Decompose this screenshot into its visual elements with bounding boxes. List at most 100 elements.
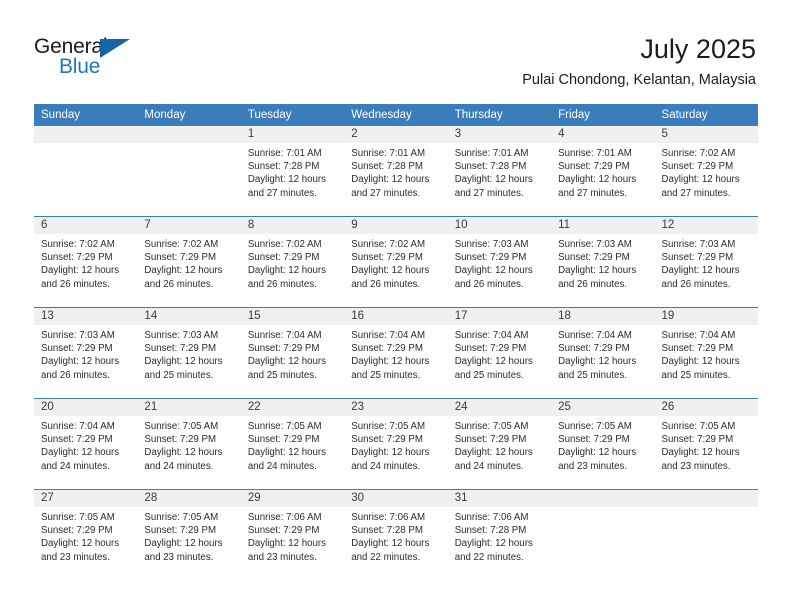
daylight-text-line1: Daylight: 12 hours [351,538,430,550]
day-cell[interactable]: 3 Sunrise: 7:01 AM Sunset: 7:28 PM Daylight… [447,126,552,216]
day-cell[interactable]: 16 Sunrise: 7:04 AM Sunset: 7:29 PM Dayligh… [344,308,448,398]
day-details: Sunrise: 7:03 AM Sunset: 7:29 PM Daylight:… [655,234,758,291]
day-cell[interactable]: 27 Sunrise: 7:05 AM Sunset: 7:29 PM Dayligh… [34,490,138,580]
day-cell[interactable]: 13 Sunrise: 7:03 AM Sunset: 7:29 PM Dayligh… [34,308,138,398]
day-cell[interactable]: 2 Sunrise: 7:01 AM Sunset: 7:28 PM Daylight… [344,126,448,216]
day-cell[interactable]: 12 Sunrise: 7:03 AM Sunset: 7:29 PM Dayligh… [654,217,758,307]
general-blue-logo[interactable]: General Blue [34,36,164,84]
day-details: Sunrise: 7:05 AM Sunset: 7:29 PM Daylight:… [448,416,551,473]
day-cell[interactable]: 4 Sunrise: 7:01 AM Sunset: 7:29 PM Daylight… [551,126,655,216]
day-details: Sunrise: 7:01 AM Sunset: 7:28 PM Daylight:… [448,143,551,200]
sunrise-text: Sunrise: 7:01 AM [351,148,426,159]
day-cell[interactable]: 10 Sunrise: 7:03 AM Sunset: 7:29 PM Dayligh… [447,217,552,307]
day-details: Sunrise: 7:04 AM Sunset: 7:29 PM Daylight:… [344,325,447,382]
sunset-text: Sunset: 7:28 PM [351,525,423,537]
daylight-text-line2: and 27 minutes. [558,187,628,199]
daylight-text-line1: Daylight: 12 hours [454,356,533,368]
day-cell[interactable]: 22 Sunrise: 7:05 AM Sunset: 7:29 PM Dayligh… [240,399,345,489]
day-cell[interactable]: 24 Sunrise: 7:05 AM Sunset: 7:29 PM Dayligh… [447,399,552,489]
daylight-text-line2: and 25 minutes. [558,369,628,381]
sunset-text: Sunset: 7:29 PM [558,252,630,264]
day-cell[interactable]: 19 Sunrise: 7:04 AM Sunset: 7:29 PM Dayligh… [654,308,758,398]
day-details: Sunrise: 7:04 AM Sunset: 7:29 PM Daylight:… [241,325,344,382]
day-cell[interactable]: 29 Sunrise: 7:06 AM Sunset: 7:29 PM Dayligh… [240,490,345,580]
sunset-text: Sunset: 7:29 PM [144,252,217,264]
daylight-text-line2: and 24 minutes. [454,460,524,472]
day-details: Sunrise: 7:05 AM Sunset: 7:29 PM Daylight:… [551,416,654,473]
day-details: Sunrise: 7:06 AM Sunset: 7:28 PM Daylight:… [344,507,447,564]
day-cell[interactable]: 6 Sunrise: 7:02 AM Sunset: 7:29 PM Daylight… [34,217,138,307]
day-number: 9 [344,217,448,234]
day-cell[interactable]: 7 Sunrise: 7:02 AM Sunset: 7:29 PM Daylight… [137,217,241,307]
day-cell[interactable]: 1 Sunrise: 7:01 AM Sunset: 7:28 PM Daylight… [240,126,345,216]
day-cell[interactable]: 11 Sunrise: 7:03 AM Sunset: 7:29 PM Dayligh… [551,217,655,307]
day-cell[interactable]: 30 Sunrise: 7:06 AM Sunset: 7:28 PM Dayligh… [344,490,448,580]
day-cell[interactable]: 9 Sunrise: 7:02 AM Sunset: 7:29 PM Daylight… [344,217,448,307]
daylight-text-line2: and 27 minutes. [454,187,524,199]
day-details: Sunrise: 7:03 AM Sunset: 7:29 PM Daylight:… [448,234,551,291]
day-number: 2 [344,126,448,143]
weekday-monday: Monday [144,109,186,121]
page-title: July 2025 [640,34,756,64]
day-number: 28 [137,490,241,507]
daylight-text-line1: Daylight: 12 hours [247,174,326,186]
sunrise-text: Sunrise: 7:06 AM [247,512,322,523]
weekday-wednesday: Wednesday [351,109,412,121]
day-cell[interactable]: 15 Sunrise: 7:04 AM Sunset: 7:29 PM Dayligh… [240,308,345,398]
sunrise-text: Sunrise: 7:03 AM [558,239,632,250]
day-number: 10 [447,217,552,234]
daylight-text-line2: and 26 minutes. [247,278,317,290]
daylight-text-line2: and 26 minutes. [661,278,731,290]
day-details: Sunrise: 7:01 AM Sunset: 7:28 PM Daylight:… [344,143,447,200]
day-cell[interactable]: 18 Sunrise: 7:04 AM Sunset: 7:29 PM Dayligh… [551,308,655,398]
day-cell[interactable]: 28 Sunrise: 7:05 AM Sunset: 7:29 PM Dayligh… [137,490,241,580]
day-cell-empty [654,490,758,580]
day-number: 5 [654,126,758,143]
logo-text-general: General [34,35,108,58]
daylight-text-line1: Daylight: 12 hours [41,356,120,368]
sunrise-text: Sunrise: 7:05 AM [454,421,529,432]
day-number [137,126,241,143]
day-number: 8 [240,217,345,234]
sunset-text: Sunset: 7:29 PM [661,161,734,173]
day-cell[interactable]: 20 Sunrise: 7:04 AM Sunset: 7:29 PM Dayligh… [34,399,138,489]
day-cell[interactable]: 5 Sunrise: 7:02 AM Sunset: 7:29 PM Daylight… [654,126,758,216]
day-cell[interactable]: 25 Sunrise: 7:05 AM Sunset: 7:29 PM Dayligh… [551,399,655,489]
day-cell[interactable]: 14 Sunrise: 7:03 AM Sunset: 7:29 PM Dayligh… [137,308,241,398]
day-cell[interactable]: 8 Sunrise: 7:02 AM Sunset: 7:29 PM Daylight… [240,217,345,307]
day-number [34,126,138,143]
logo-text-blue: Blue [59,55,101,78]
daylight-text-line1: Daylight: 12 hours [351,447,430,459]
day-details: Sunrise: 7:02 AM Sunset: 7:29 PM Daylight:… [241,234,344,291]
sunrise-text: Sunrise: 7:02 AM [661,148,736,159]
day-cell[interactable]: 31 Sunrise: 7:06 AM Sunset: 7:28 PM Dayligh… [447,490,552,580]
day-number: 12 [654,217,758,234]
sunset-text: Sunset: 7:28 PM [247,161,320,173]
week-row: 13 Sunrise: 7:03 AM Sunset: 7:29 PM Dayligh… [34,307,758,398]
daylight-text-line1: Daylight: 12 hours [144,447,223,459]
sunrise-text: Sunrise: 7:04 AM [247,330,322,341]
day-number: 31 [447,490,552,507]
day-number: 21 [137,399,241,416]
daylight-text-line2: and 26 minutes. [558,278,628,290]
week-row: 6 Sunrise: 7:02 AM Sunset: 7:29 PM Daylight… [34,216,758,307]
day-cell[interactable]: 26 Sunrise: 7:05 AM Sunset: 7:29 PM Dayligh… [654,399,758,489]
day-details: Sunrise: 7:04 AM Sunset: 7:29 PM Daylight:… [448,325,551,382]
week-row: 27 Sunrise: 7:05 AM Sunset: 7:29 PM Dayligh… [34,489,758,580]
daylight-text-line1: Daylight: 12 hours [558,265,637,277]
sunrise-text: Sunrise: 7:05 AM [144,421,219,432]
daylight-text-line1: Daylight: 12 hours [41,538,120,550]
sunset-text: Sunset: 7:29 PM [144,434,217,446]
day-details: Sunrise: 7:04 AM Sunset: 7:29 PM Daylight:… [34,416,137,473]
sunset-text: Sunset: 7:29 PM [661,434,734,446]
daylight-text-line1: Daylight: 12 hours [661,174,740,186]
day-cell[interactable]: 17 Sunrise: 7:04 AM Sunset: 7:29 PM Dayligh… [447,308,552,398]
day-number: 20 [34,399,138,416]
sunrise-text: Sunrise: 7:05 AM [661,421,736,432]
day-details: Sunrise: 7:02 AM Sunset: 7:29 PM Daylight:… [655,143,758,200]
daylight-text-line2: and 27 minutes. [351,187,421,199]
sunset-text: Sunset: 7:29 PM [41,252,113,264]
day-cell[interactable]: 21 Sunrise: 7:05 AM Sunset: 7:29 PM Dayligh… [137,399,241,489]
day-cell[interactable]: 23 Sunrise: 7:05 AM Sunset: 7:29 PM Dayligh… [344,399,448,489]
daylight-text-line2: and 23 minutes. [41,551,110,563]
